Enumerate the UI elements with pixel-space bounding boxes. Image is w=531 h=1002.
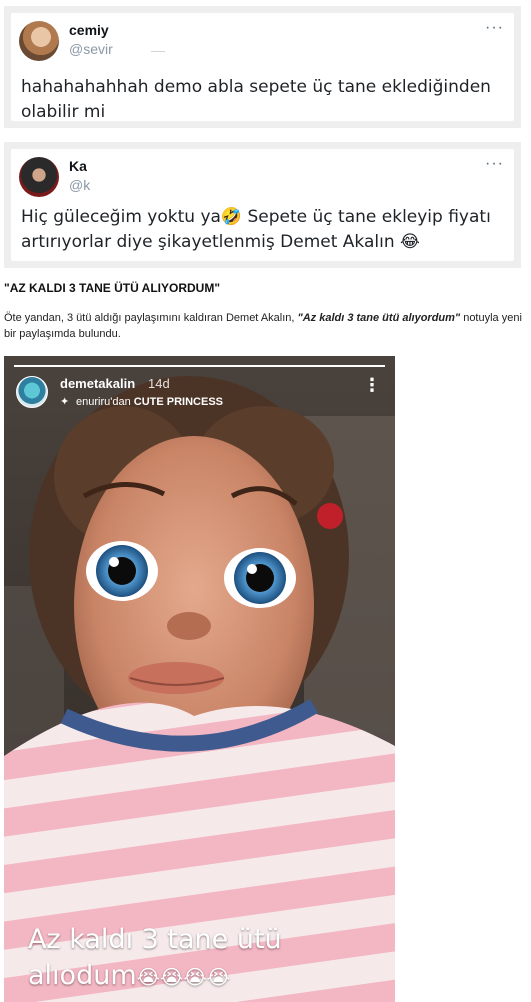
redaction-mark	[151, 51, 165, 52]
more-options-icon[interactable]: ⋮	[363, 376, 381, 394]
tweet-author-name[interactable]: Ka	[69, 158, 87, 174]
tweet-author-name[interactable]: cemiy	[69, 22, 109, 38]
paragraph-quote: "Az kaldı 3 tane ütü alıyordum"	[297, 312, 461, 324]
tweet-card: cemiy @sevir ··· hahahahahhah demo abla …	[11, 13, 514, 122]
tweet-screenshot-2: Ka @k ··· Hiç güleceğim yoktu ya🤣 Sepete…	[4, 142, 521, 268]
caption-line-2: alıodum😭😭😭😭	[28, 958, 378, 995]
tweet-text: hahahahahhah demo abla sepete üç tane ek…	[21, 77, 491, 122]
story-progress-fill	[14, 365, 385, 367]
tweet-author-handle[interactable]: @k	[69, 177, 90, 193]
story-username[interactable]: demetakalin	[60, 376, 135, 391]
paragraph-text: Öte yandan, 3 ütü aldığı paylaşımını kal…	[4, 312, 298, 324]
avatar[interactable]	[19, 21, 59, 61]
caption-line-1: Az kaldı 3 tane ütü	[28, 924, 282, 955]
caption-emoji: 😭😭😭😭	[136, 965, 231, 989]
caption-text: alıodum	[28, 960, 137, 991]
sparkle-icon: ✦	[60, 396, 70, 408]
tweet-screenshot-1: cemiy @sevir ··· hahahahahhah demo abla …	[4, 6, 521, 128]
story-screenshot: demetakalin 14d ✦ enuriru'dan CUTE PRINC…	[4, 356, 395, 1002]
tweet-author-handle[interactable]: @sevir	[69, 41, 113, 57]
story-music-label[interactable]: enuriru'dan CUTE PRINCESS	[76, 396, 223, 408]
avatar[interactable]	[16, 376, 48, 408]
more-options-icon[interactable]: ···	[485, 155, 504, 173]
story-photo	[4, 356, 395, 1002]
tweet-text: Hiç güleceğim yoktu ya🤣 Sepete üç tane e…	[21, 207, 491, 252]
story-timestamp: 14d	[148, 376, 170, 391]
tweet-card: Ka @k ··· Hiç güleceğim yoktu ya🤣 Sepete…	[11, 149, 514, 261]
music-title: CUTE PRINCESS	[133, 396, 224, 408]
avatar[interactable]	[19, 157, 59, 197]
article-paragraph: Öte yandan, 3 ütü aldığı paylaşımını kal…	[4, 310, 526, 342]
more-options-icon[interactable]: ···	[485, 19, 504, 37]
story-progress-bar	[14, 365, 385, 367]
story-caption: Az kaldı 3 tane ütü alıodum😭😭😭😭	[28, 922, 378, 995]
section-heading: "AZ KALDI 3 TANE ÜTÜ ALIYORDUM"	[4, 281, 221, 295]
music-artist: enuriru'dan	[76, 396, 131, 408]
